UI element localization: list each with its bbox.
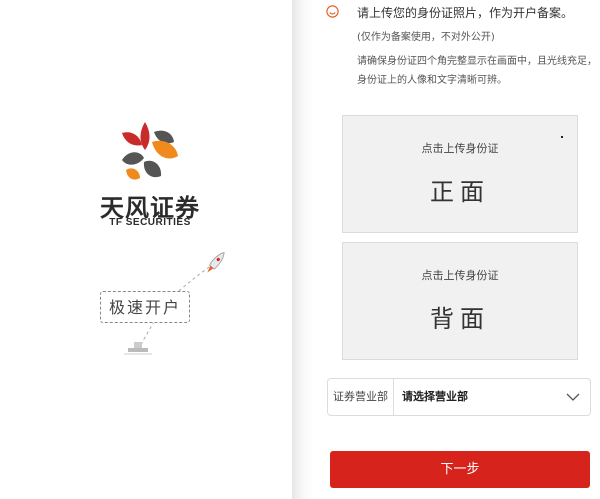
dot-marker [561,136,563,138]
speed-account-badge: 极速开户 [100,291,190,323]
upload-side-label: 正面 [430,178,490,206]
notice-subtitle: (仅作为备案使用，不对外公开) [357,32,495,43]
chevron-down-icon[interactable] [566,391,580,403]
id-back-upload[interactable]: 点击上传身份证 背面 [342,242,578,360]
upload-form: 请上传您的身份证照片，作为开户备案。 (仅作为备案使用，不对外公开) 请确保身份… [314,0,600,499]
rocket-icon [207,252,225,273]
brand-name-en: TF SECURITIES [109,217,191,228]
branch-select[interactable]: 证券营业部 请选择营业部 [327,378,591,416]
id-front-upload[interactable]: 点击上传身份证 正面 [342,115,578,233]
upload-hint: 点击上传身份证 [421,142,499,155]
panel-divider [292,0,314,499]
branch-label: 证券营业部 [328,379,394,415]
notice-description: 请确保身份证四个角完整显示在画面中，且光线充足，身份证上的人像和文字清晰可辨。 [357,56,597,86]
launchpad-icon [124,342,152,355]
next-button[interactable]: 下一步 [330,451,590,488]
brand-panel: 天风证券 TF SECURITIES 极速开户 [0,0,296,499]
upload-side-label: 背面 [430,305,490,333]
notice-title: 请上传您的身份证照片，作为开户备案。 [357,6,574,20]
upload-hint: 点击上传身份证 [421,269,499,282]
branch-select-value[interactable]: 请选择营业部 [402,379,468,415]
smiley-icon [326,5,339,18]
tf-securities-logo [122,122,178,180]
